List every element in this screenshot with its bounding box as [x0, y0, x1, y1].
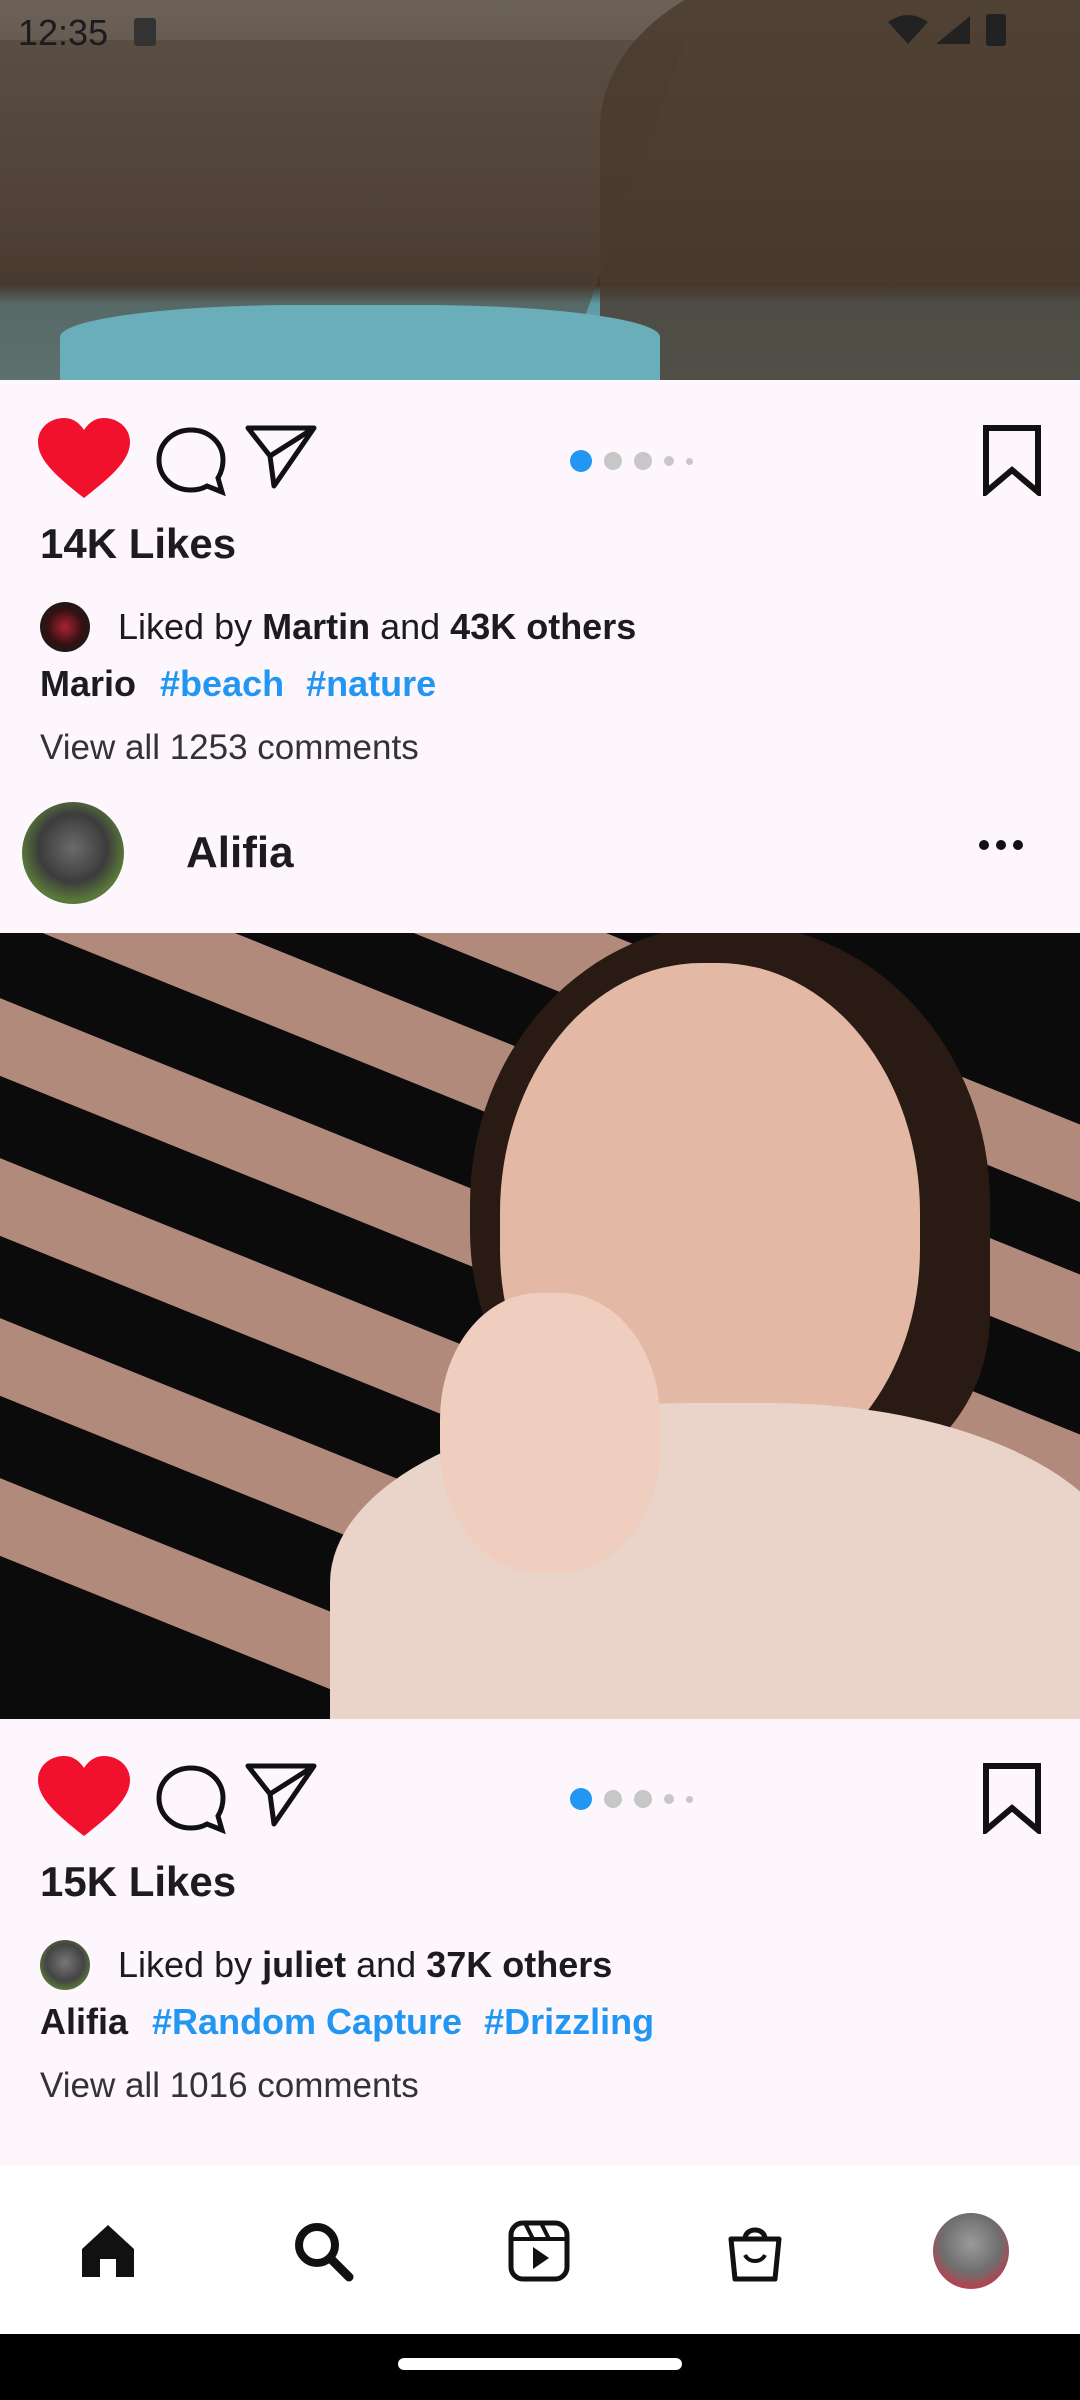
- signal-icon: [936, 16, 970, 44]
- caption-user[interactable]: Alifia: [40, 2001, 128, 2042]
- liker-avatar[interactable]: [40, 1940, 90, 1990]
- carousel-dot: [604, 452, 622, 470]
- liked-by-others[interactable]: 43K others: [450, 606, 636, 648]
- carousel-indicator: [570, 1788, 693, 1810]
- sim-icon: [134, 18, 156, 46]
- carousel-dot: [664, 456, 674, 466]
- nav-profile[interactable]: [926, 2206, 1016, 2296]
- author-avatar[interactable]: [22, 802, 124, 904]
- carousel-dot: [634, 452, 652, 470]
- home-icon: [82, 2225, 134, 2277]
- battery-icon: [986, 14, 1006, 46]
- bottom-nav: [0, 2166, 1080, 2334]
- post-header: Alifia: [0, 790, 1080, 930]
- view-comments-link[interactable]: View all 1253 comments: [40, 728, 419, 768]
- carousel-dot: [664, 1794, 674, 1804]
- nav-reels[interactable]: [494, 2206, 584, 2296]
- hashtag[interactable]: #Drizzling: [484, 2001, 654, 2042]
- carousel-dot: [686, 457, 693, 465]
- profile-avatar: [933, 2213, 1009, 2289]
- carousel-dot: [570, 450, 592, 472]
- comment-icon[interactable]: [154, 424, 228, 498]
- view-comments-link[interactable]: View all 1016 comments: [40, 2066, 419, 2106]
- liker-avatar[interactable]: [40, 602, 90, 652]
- nav-home[interactable]: [63, 2206, 153, 2296]
- post-caption: Mario #beach #nature: [40, 663, 448, 705]
- share-icon[interactable]: [244, 1760, 318, 1830]
- liked-by-others[interactable]: 37K others: [426, 1944, 612, 1986]
- liked-by-row: Liked by Martin and 43K others: [40, 602, 636, 652]
- author-name[interactable]: Alifia: [186, 828, 294, 878]
- hashtag[interactable]: #beach: [160, 663, 284, 704]
- shop-icon: [728, 2227, 782, 2282]
- post-caption: Alifia #Random Capture #Drizzling: [40, 2001, 666, 2043]
- liked-by-and: and: [356, 1944, 417, 1985]
- wifi-icon: [888, 15, 928, 44]
- likes-count: 15K Likes: [40, 1858, 237, 1905]
- carousel-dot: [634, 1790, 652, 1808]
- share-icon[interactable]: [244, 422, 318, 492]
- reels-icon: [508, 2220, 570, 2282]
- status-bar: 12:35: [0, 0, 1080, 64]
- hashtag[interactable]: #Random Capture: [152, 2001, 462, 2042]
- carousel-dot: [570, 1788, 592, 1810]
- search-icon: [295, 2223, 354, 2282]
- gesture-bar: [0, 2334, 1080, 2400]
- liked-by-prefix: Liked by: [118, 1944, 253, 1985]
- liked-by-and: and: [380, 606, 441, 647]
- like-heart-icon[interactable]: [36, 1756, 132, 1840]
- carousel-indicator: [570, 450, 693, 472]
- liked-by-row: Liked by juliet and 37K others: [40, 1940, 612, 1990]
- status-time: 12:35: [18, 12, 109, 53]
- bookmark-icon[interactable]: [980, 424, 1044, 496]
- post-image-portrait[interactable]: [0, 933, 1080, 1719]
- likes-count: 14K Likes: [40, 520, 237, 567]
- nav-shop[interactable]: [710, 2206, 800, 2296]
- liked-by-user[interactable]: juliet: [262, 1944, 346, 1986]
- liked-by-user[interactable]: Martin: [262, 606, 370, 648]
- comment-icon[interactable]: [154, 1762, 228, 1836]
- caption-user[interactable]: Mario: [40, 663, 136, 704]
- more-options-icon[interactable]: [978, 838, 1024, 852]
- bookmark-icon[interactable]: [980, 1762, 1044, 1834]
- carousel-dot: [686, 1795, 693, 1803]
- home-indicator[interactable]: [398, 2358, 682, 2370]
- like-heart-icon[interactable]: [36, 418, 132, 502]
- hashtag[interactable]: #nature: [306, 663, 436, 704]
- liked-by-prefix: Liked by: [118, 606, 253, 647]
- carousel-dot: [604, 1790, 622, 1808]
- nav-search[interactable]: [278, 2206, 368, 2296]
